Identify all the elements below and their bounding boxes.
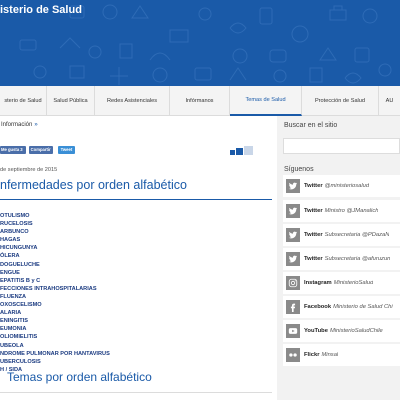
disease-link[interactable]: UBEOLA bbox=[0, 342, 272, 350]
search-label: Buscar en el sitio bbox=[284, 122, 338, 129]
disease-link[interactable]: ALARIA bbox=[0, 309, 272, 317]
disease-link[interactable]: FLUENZA bbox=[0, 293, 272, 301]
facebook-like-button[interactable]: Me gusta 3 bbox=[0, 146, 26, 154]
disease-link[interactable]: ARBUNCO bbox=[0, 228, 272, 236]
disease-link[interactable]: HAGAS bbox=[0, 236, 272, 244]
twitter-icon bbox=[286, 228, 300, 242]
nav-item-redes-asistenciales[interactable]: Redes Asistenciales bbox=[95, 86, 170, 116]
text-size-medium-icon[interactable] bbox=[236, 148, 243, 155]
site-title[interactable]: isterio de Salud bbox=[0, 4, 82, 16]
twitter-icon bbox=[286, 252, 300, 266]
section-subtitle: Temas por orden alfabético bbox=[7, 370, 152, 384]
text-size-small-icon[interactable] bbox=[230, 150, 235, 155]
disease-link[interactable]: NDROME PULMONAR POR HANTAVIRUS bbox=[0, 350, 272, 358]
follow-service: Twitter bbox=[304, 208, 323, 214]
publish-date: de septiembre de 2015 bbox=[0, 167, 58, 173]
text-size-large-icon[interactable] bbox=[244, 146, 253, 155]
top-banner: isterio de Salud bbox=[0, 0, 400, 86]
twitter-icon bbox=[286, 179, 300, 193]
page-title: nfermedades por orden alfabético bbox=[0, 178, 272, 200]
follow-service: Flickr bbox=[304, 352, 320, 358]
facebook-icon bbox=[286, 300, 300, 314]
follow-item-facebook[interactable]: Facebook Ministerio de Salud Chi bbox=[283, 296, 400, 318]
disease-link[interactable]: HICUNGUNYA bbox=[0, 244, 272, 252]
follow-handle: Subsecretaria @PDazaN bbox=[324, 232, 390, 238]
follow-item-youtube[interactable]: YouTube MinisterioSaludChile bbox=[283, 320, 400, 342]
disease-link[interactable]: EPATITIS B y C bbox=[0, 277, 272, 285]
follow-handle: Ministro @JManalich bbox=[324, 208, 379, 214]
sidebar: Buscar en el sitio Síguenos Twitter @mini… bbox=[277, 116, 400, 400]
follow-label: Síguenos bbox=[284, 166, 314, 173]
nav-item-salud-publica[interactable]: Salud Pública bbox=[47, 86, 95, 116]
follow-handle: MinisterioSalud bbox=[333, 280, 374, 286]
main-nav: sterio de Salud Salud Pública Redes Asis… bbox=[0, 86, 400, 116]
follow-item-twitter-subsecretaria-2[interactable]: Twitter Subsecretaria @afuruzun bbox=[283, 248, 400, 270]
follow-handle: @ministeriosalud bbox=[324, 183, 370, 189]
follow-service: YouTube bbox=[304, 328, 328, 334]
follow-service: Twitter bbox=[304, 232, 323, 238]
follow-item-twitter-ministro[interactable]: Twitter Ministro @JManalich bbox=[283, 200, 400, 222]
twitter-icon bbox=[286, 204, 300, 218]
follow-service: Twitter bbox=[304, 256, 323, 262]
follow-service: Facebook bbox=[304, 304, 332, 310]
follow-handle: Minsal bbox=[321, 352, 339, 358]
nav-item-ministerio[interactable]: sterio de Salud bbox=[0, 86, 47, 116]
follow-handle: Subsecretaria @afuruzun bbox=[324, 256, 391, 262]
disease-link[interactable]: OLIOMIELITIS bbox=[0, 333, 272, 341]
section-divider bbox=[0, 392, 272, 393]
disease-link[interactable]: OXOSCELISMO bbox=[0, 301, 272, 309]
follow-item-flickr[interactable]: Flickr Minsal bbox=[283, 344, 400, 366]
facebook-share-button[interactable]: Compartir bbox=[28, 146, 53, 154]
disease-list: OTULISMO RUCELOSIS ARBUNCO HAGAS HICUNGU… bbox=[0, 212, 272, 374]
breadcrumb-separator: » bbox=[34, 122, 38, 128]
disease-link[interactable]: RUCELOSIS bbox=[0, 220, 272, 228]
follow-service: Instagram bbox=[304, 280, 332, 286]
youtube-icon bbox=[286, 324, 300, 338]
follow-item-instagram[interactable]: Instagram MinisterioSalud bbox=[283, 272, 400, 294]
disease-link[interactable]: ÓLERA bbox=[0, 252, 272, 260]
flickr-icon bbox=[286, 348, 300, 362]
follow-handle: MinisterioSaludChile bbox=[329, 328, 383, 334]
disease-link[interactable]: ENGUE bbox=[0, 269, 272, 277]
nav-item-informanos[interactable]: Infórmanos bbox=[170, 86, 230, 116]
tweet-button[interactable]: Tweet bbox=[57, 146, 76, 154]
nav-item-temas-de-salud[interactable]: Temas de Salud bbox=[230, 86, 302, 116]
search-input[interactable] bbox=[283, 138, 400, 154]
disease-link[interactable]: EUMONIA bbox=[0, 325, 272, 333]
breadcrumb: Información» bbox=[0, 118, 272, 132]
breadcrumb-link[interactable]: Información bbox=[1, 122, 32, 128]
follow-service: Twitter bbox=[304, 183, 323, 189]
nav-item-au[interactable]: AU bbox=[379, 86, 400, 116]
disease-link[interactable]: UBERCULOSIS bbox=[0, 358, 272, 366]
follow-item-twitter-ministerio[interactable]: Twitter @ministeriosalud bbox=[283, 175, 400, 197]
follow-handle: Ministerio de Salud Chi bbox=[333, 304, 393, 310]
disease-link[interactable]: OTULISMO bbox=[0, 212, 272, 220]
social-share-row: Me gusta 3 Compartir Tweet bbox=[0, 145, 76, 155]
follow-item-twitter-subsecretaria-1[interactable]: Twitter Subsecretaria @PDazaN bbox=[283, 224, 400, 246]
nav-item-proteccion-de-salud[interactable]: Protección de Salud bbox=[302, 86, 379, 116]
instagram-icon bbox=[286, 276, 300, 290]
disease-link[interactable]: FECCIONES INTRAHOSPITALARIAS bbox=[0, 285, 272, 293]
disease-link[interactable]: ENINGITIS bbox=[0, 317, 272, 325]
disease-link[interactable]: DOGUELUCHE bbox=[0, 261, 272, 269]
text-size-controls bbox=[229, 146, 253, 155]
